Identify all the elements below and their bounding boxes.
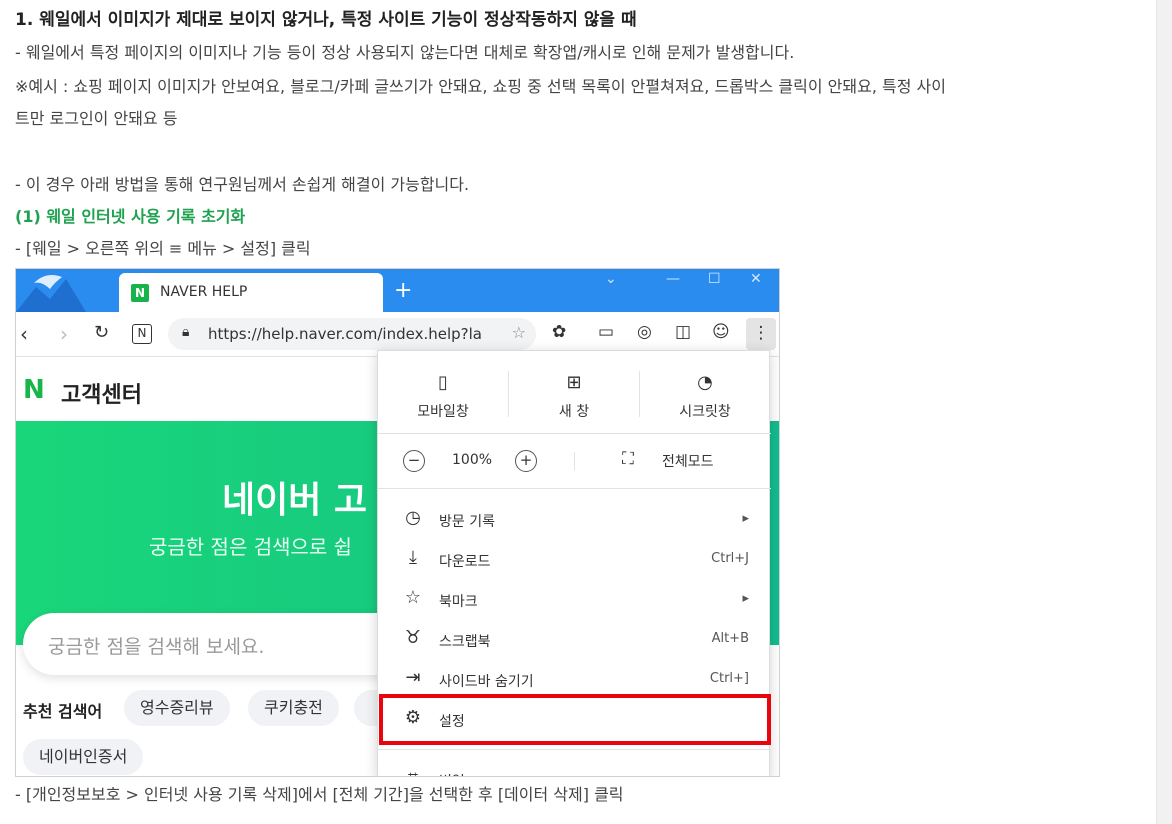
divider	[574, 452, 575, 470]
divider	[378, 749, 771, 750]
reload-icon[interactable]: ↻	[94, 322, 109, 343]
star-icon: ☆	[404, 587, 422, 608]
menu-item-history[interactable]: ◷ 방문 기록 ▸	[378, 499, 771, 539]
url-text: https://help.naver.com/index.help?la	[208, 325, 482, 343]
more-menu-icon[interactable]: ⋮	[746, 318, 776, 350]
mobile-icon: ▯	[438, 372, 448, 393]
settings-highlight-box	[379, 694, 771, 745]
paragraph-step1: - [웨일 > 오른쪽 위의 ≡ 메뉴 > 설정] 클릭	[15, 239, 311, 258]
divider	[378, 488, 771, 489]
article-content: 1. 웨일에서 이미지가 제대로 보이지 않거나, 특정 사이트 기능이 정상작…	[0, 0, 1156, 824]
menu-item-sidebar[interactable]: ⇥ 사이드바 숨기기 Ctrl+]	[378, 659, 771, 699]
zoom-level: 100%	[452, 452, 493, 468]
menu-mobile-window[interactable]: ▯ 모바일창	[378, 371, 508, 421]
fullscreen-icon[interactable]: ⛶	[622, 449, 634, 469]
download-icon: ⤓	[409, 547, 417, 568]
naver-logo-icon: N	[23, 375, 45, 405]
profile-icon[interactable]: ☺	[712, 322, 730, 342]
divider	[378, 433, 771, 434]
menu-item-downloads[interactable]: ⤓ 다운로드 Ctrl+J	[378, 539, 771, 579]
menu-new-window[interactable]: ⊞ 새 창	[509, 371, 639, 421]
hero-title: 네이버 고	[222, 480, 368, 521]
recommend-label: 추천 검색어	[23, 702, 103, 721]
extensions-icon[interactable]: ✿	[552, 322, 566, 342]
chevron-down-icon[interactable]: ⌄	[605, 271, 617, 287]
menu-secret-window[interactable]: ◔ 시크릿창	[640, 371, 770, 421]
whale-logo-icon	[16, 275, 86, 312]
sub-heading: (1) 웨일 인터넷 사용 기록 초기화	[15, 207, 246, 226]
new-tab-button[interactable]: +	[394, 278, 412, 303]
menu-item-bookmarks[interactable]: ☆ 북마크 ▸	[378, 579, 771, 619]
close-icon[interactable]: ✕	[750, 271, 762, 287]
paragraph-examples: ※예시 : 쇼핑 페이지 이미지가 안보여요, 블로그/카페 글쓰기가 안돼요,…	[15, 77, 946, 96]
search-placeholder: 궁금한 점을 검색해 보세요.	[48, 636, 265, 658]
fullscreen-label[interactable]: 전체모드	[662, 451, 714, 471]
capture-icon[interactable]: ▭	[598, 322, 614, 342]
tab-title: NAVER HELP	[160, 284, 248, 300]
sidebar-icon: ⇥	[405, 667, 421, 688]
maximize-icon[interactable]: ☐	[708, 271, 721, 287]
zoom-in-button[interactable]: +	[515, 450, 537, 472]
split-view-icon[interactable]: ◫	[675, 322, 691, 342]
clock-icon: ◷	[405, 507, 421, 528]
paragraph-cause: - 웨일에서 특정 페이지의 이미지나 기능 등이 정상 사용되지 않는다면 대…	[15, 43, 795, 62]
plus-square-icon: ⊞	[566, 372, 582, 393]
zoom-out-button[interactable]: −	[403, 450, 425, 472]
hero-subtitle: 궁금한 점은 검색으로 쉽	[149, 535, 353, 559]
brand-title: 고객센터	[61, 383, 142, 408]
camera-icon[interactable]: ◎	[637, 322, 652, 342]
scrapbook-icon: ♉︎	[404, 627, 422, 648]
section-heading: 1. 웨일에서 이미지가 제대로 보이지 않거나, 특정 사이트 기능이 정상작…	[15, 10, 637, 30]
recommend-chip[interactable]: 영수증리뷰	[124, 690, 230, 726]
url-field[interactable]: 🔒︎ https://help.naver.com/index.help?la …	[168, 318, 536, 350]
browser-titlebar: N NAVER HELP + ⌄ — ☐ ✕	[16, 269, 779, 312]
browser-main-menu: ▯ 모바일창 ⊞ 새 창 ◔ 시크릿창 − 100% + ⛶ 전체모드 ◷ 방문…	[377, 350, 771, 776]
minimize-icon[interactable]: —	[666, 271, 680, 287]
browser-tab[interactable]: N NAVER HELP	[119, 273, 383, 312]
reader-mode-icon[interactable]: N	[132, 324, 152, 344]
naver-n-icon: N	[131, 284, 149, 302]
paragraph-examples-cont: 트만 로그인이 안돼요 등	[15, 109, 178, 128]
lock-icon: 🔒︎	[182, 324, 190, 340]
recommend-chip[interactable]: 네이버인증서	[23, 739, 144, 775]
paragraph-step2: - [개인정보보호 > 인터넷 사용 기록 삭제]에서 [전체 기간]을 선택한…	[15, 785, 624, 804]
scrollbar[interactable]	[1156, 0, 1172, 824]
forward-icon[interactable]: ›	[60, 322, 68, 346]
menu-item-scrapbook[interactable]: ♉︎ 스크랩북 Alt+B	[378, 619, 771, 659]
paragraph-solution: - 이 경우 아래 방법을 통해 연구원님께서 손쉽게 해결이 가능합니다.	[15, 175, 470, 194]
menu-item-translate[interactable]: ⌗ 번역	[378, 759, 771, 776]
translate-icon: ⌗	[402, 767, 424, 776]
recommend-chip[interactable]: 쿠키충전	[248, 690, 339, 726]
ghost-icon: ◔	[697, 372, 713, 393]
bookmark-star-icon[interactable]: ☆	[512, 323, 526, 342]
browser-screenshot: N NAVER HELP + ⌄ — ☐ ✕ ‹ › ↻ N 🔒︎ https:…	[15, 268, 780, 777]
back-icon[interactable]: ‹	[20, 322, 28, 346]
